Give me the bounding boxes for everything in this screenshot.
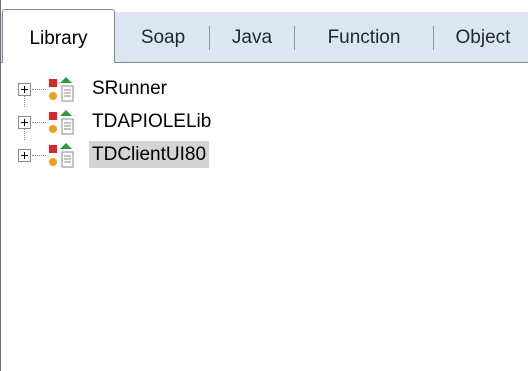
library-icon [49,143,74,168]
tab-separator [433,26,434,50]
tree-node-label[interactable]: TDClientUI80 [89,141,210,168]
library-icon [49,77,74,102]
expand-plus-icon[interactable] [18,116,31,129]
tree-connector [32,89,46,90]
tree-node-tdapiolelib[interactable]: TDAPIOLELib [9,107,509,140]
tree-connector [32,122,46,123]
tree-connector [24,96,25,107]
expand-plus-icon[interactable] [18,83,31,96]
library-browser-panel: Library Soap Java Function Object SRunne… [0,0,528,371]
tree-connector [32,155,46,156]
tab-library[interactable]: Library [2,9,115,63]
tab-function[interactable]: Function [301,12,427,62]
expand-plus-icon[interactable] [18,149,31,162]
tab-object[interactable]: Object [439,12,527,62]
tab-strip: Library Soap Java Function Object [1,0,528,63]
tree-node-tdclientui80[interactable]: TDClientUI80 [9,140,509,173]
tree-node-srunner[interactable]: SRunner [9,74,509,107]
tab-java[interactable]: Java [215,12,289,62]
tab-separator [294,26,295,50]
tab-soap[interactable]: Soap [121,12,205,62]
library-tree: SRunner TDAPIOLELib TDClientUI80 [9,74,509,173]
tree-connector [24,129,25,140]
tab-separator [209,26,210,50]
tree-node-label[interactable]: TDAPIOLELib [89,108,214,135]
tree-node-label[interactable]: SRunner [89,75,170,102]
library-icon [49,110,74,135]
